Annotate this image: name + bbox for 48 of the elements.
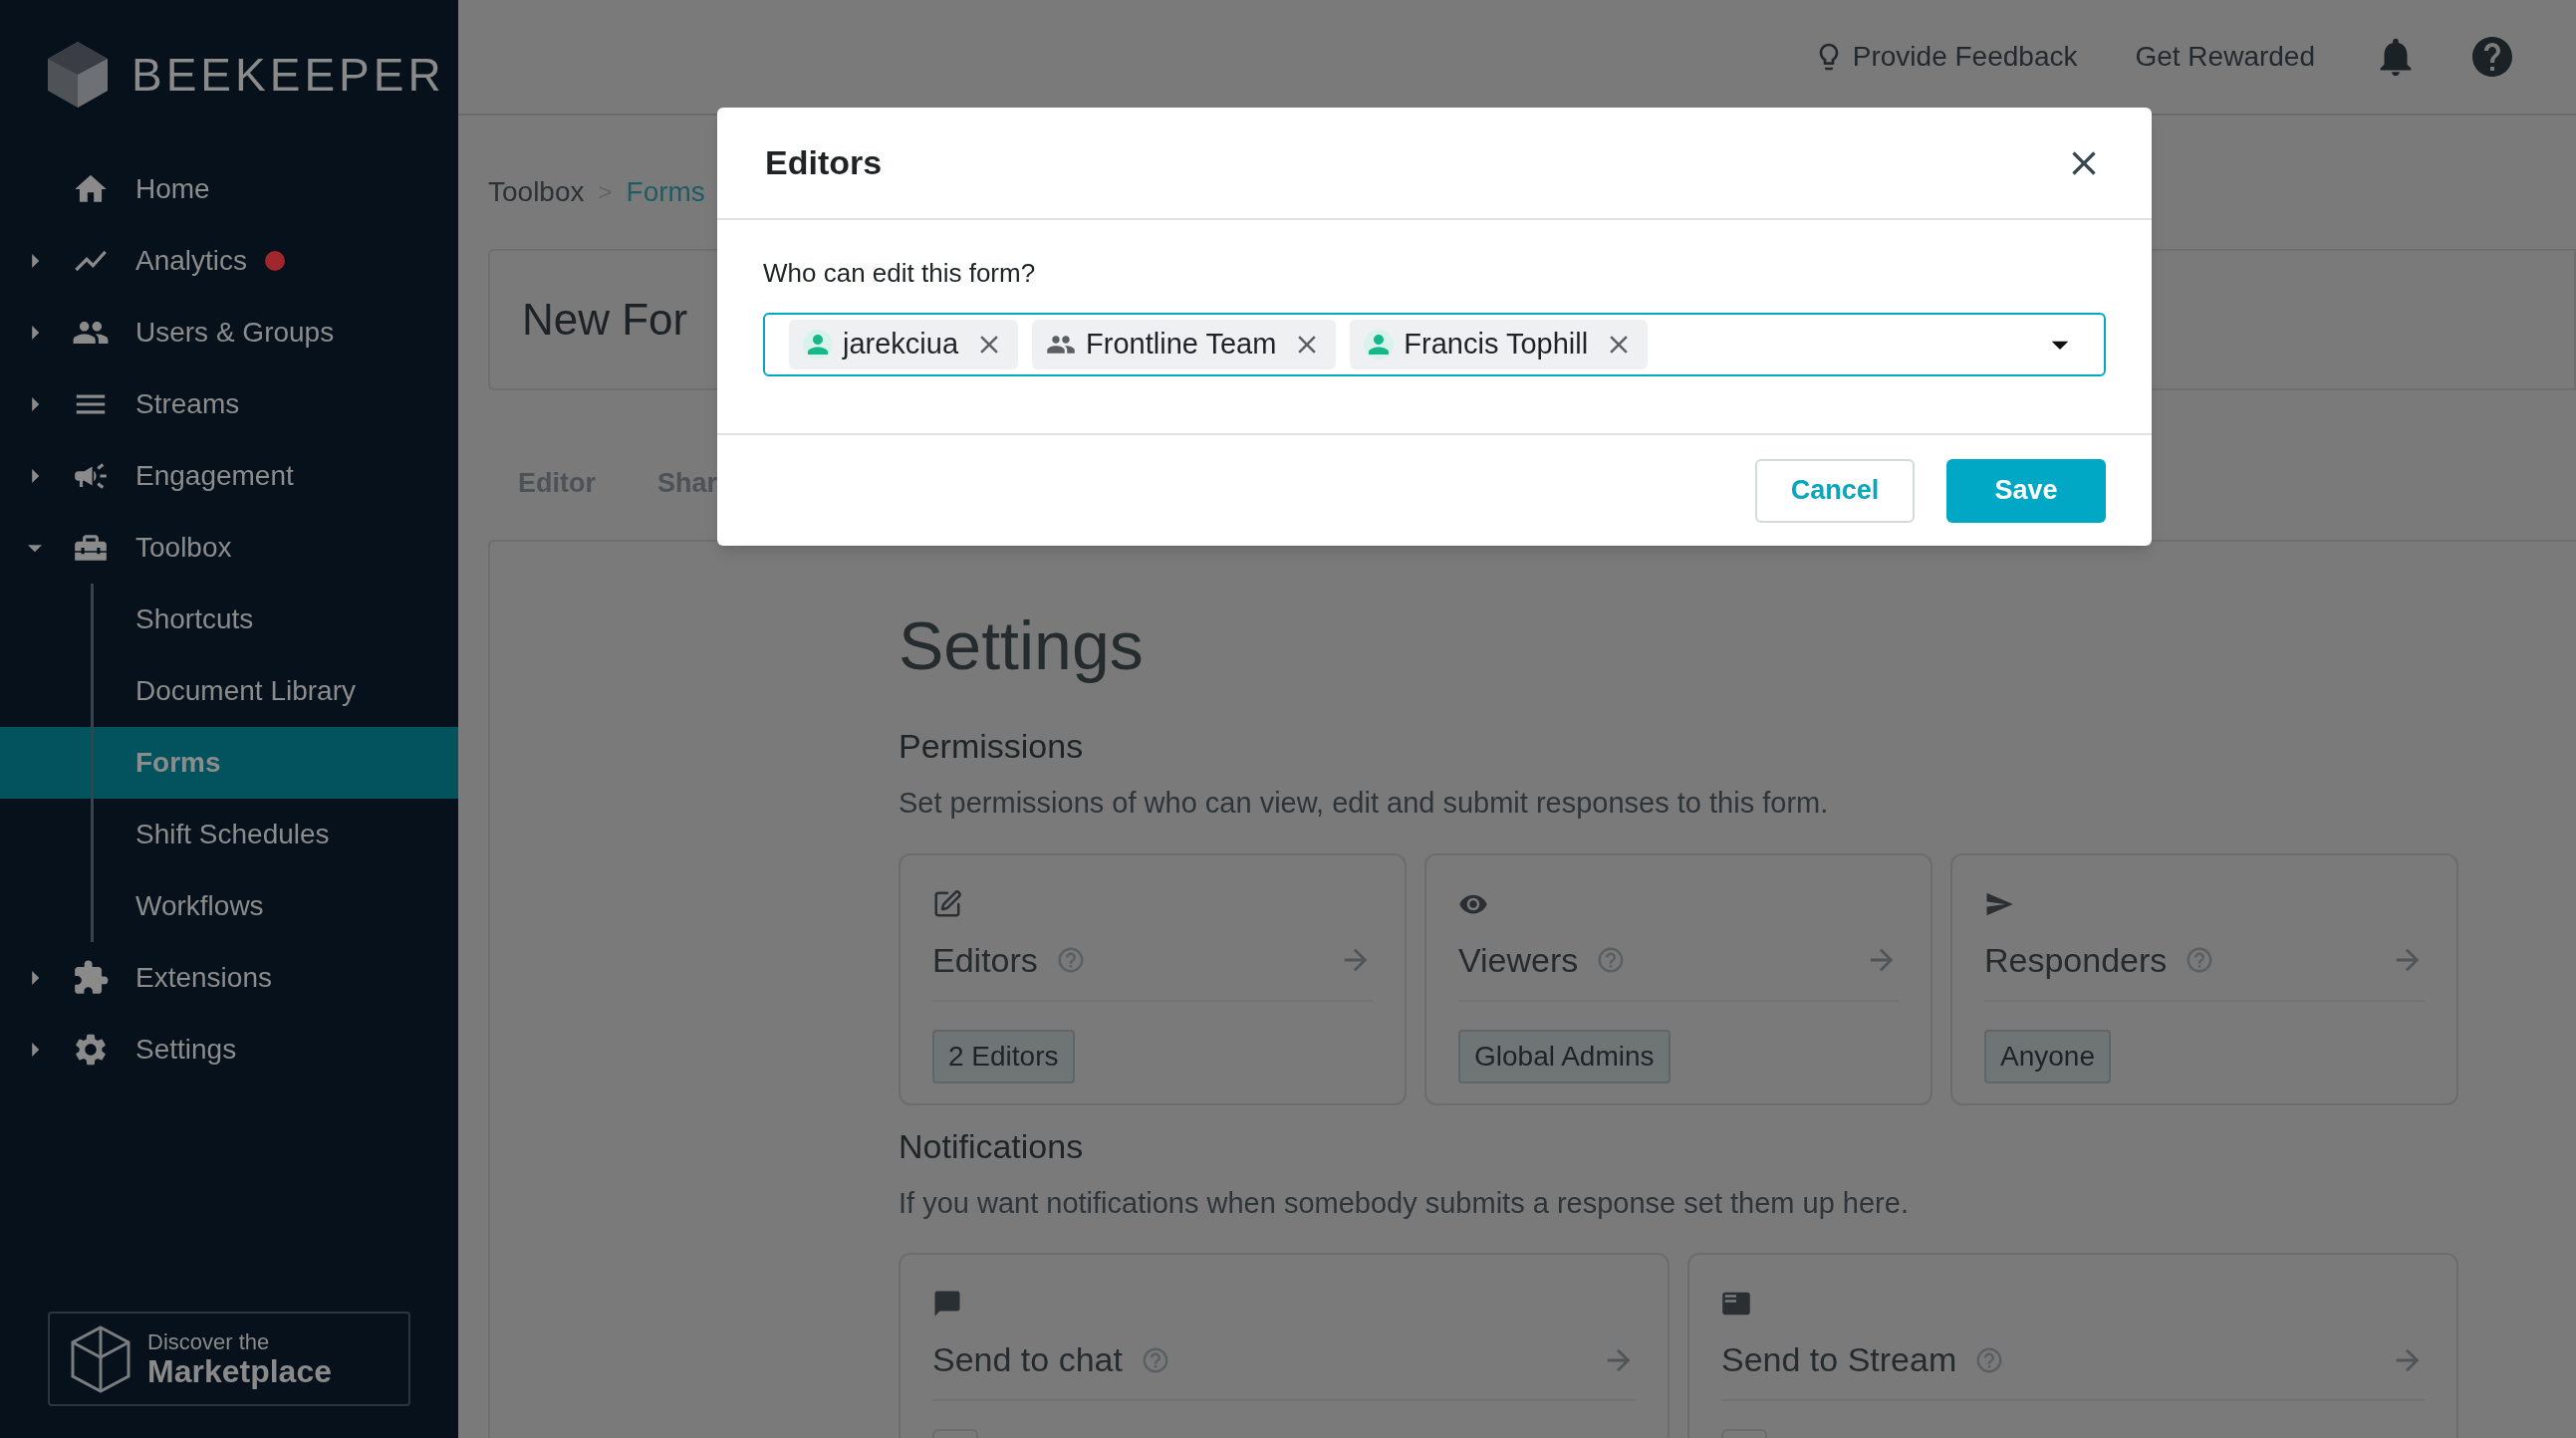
count-badge: 2 Editors (932, 1029, 1075, 1083)
sidebar-item[interactable]: Engagement (135, 455, 294, 497)
puzzle-icon (72, 959, 110, 997)
field-label: Who can edit this form? (763, 257, 1037, 290)
sidebar-item[interactable]: Home (135, 168, 210, 210)
selected-chip[interactable]: Frontline Team (1032, 320, 1337, 369)
card-title: Editors (932, 939, 1038, 981)
section-description: If you want notifications when somebody submits a response set them up here. (899, 1185, 1910, 1221)
sidebar-item[interactable]: Extensions (135, 957, 272, 999)
sidebar-subitem[interactable]: Workflows (135, 885, 264, 927)
selected-chip[interactable]: jarekciua (789, 320, 1019, 369)
section-description: Set permissions of who can view, edit and submit responses to this form. (899, 786, 1830, 821)
chip-label: jarekciua (843, 327, 959, 362)
user-avatar-icon (803, 330, 833, 360)
brand-name: BEEKEEPER (131, 47, 445, 103)
hexagon-logo-icon (48, 42, 108, 108)
chip-label: Frontline Team (1086, 327, 1277, 362)
card-title: Send to chat (932, 1339, 1123, 1380)
editors-select-field[interactable]: jarekciua Frontline Team Francis Tophill (763, 313, 2106, 376)
chip-label: Francis Tophill (1404, 327, 1589, 362)
cancel-button[interactable]: Cancel (1755, 458, 1915, 523)
count-badge: Anyone (1984, 1029, 2111, 1083)
card-title: Responders (1984, 939, 2168, 981)
breadcrumb-link[interactable]: Toolbox (488, 171, 585, 213)
sidebar-item[interactable]: Streams (135, 383, 240, 425)
dialog-title: Editors (765, 142, 883, 183)
card-title: Send to Stream (1721, 1339, 1957, 1380)
pencil-square-icon (932, 888, 962, 919)
sidebar-item[interactable]: Analytics (135, 240, 248, 282)
sidebar-subitem[interactable]: Shortcuts (135, 599, 254, 640)
feedback-link[interactable]: Provide Feedback (1852, 36, 2078, 78)
sidebar-item[interactable]: Users & Groups (135, 312, 335, 354)
chat-bubble-icon (932, 1289, 962, 1318)
marketplace-button[interactable]: Discover the Marketplace (48, 1312, 410, 1406)
selected-chip[interactable]: Francis Tophill (1350, 320, 1649, 369)
cube-icon (70, 1323, 131, 1394)
page-title: New For (522, 294, 688, 346)
count-badge: Global Admins (1458, 1029, 1671, 1083)
card-title: Viewers (1458, 939, 1579, 981)
sidebar-item[interactable]: Settings (135, 1029, 237, 1071)
breadcrumb-separator: > (598, 177, 613, 207)
sidebar-subitem[interactable]: Document Library (135, 670, 356, 712)
section-heading: Permissions (899, 726, 1085, 767)
user-avatar-icon (1364, 330, 1395, 360)
sidebar-subitem[interactable]: Shift Schedules (135, 814, 330, 855)
sidebar-item[interactable]: Toolbox (135, 527, 232, 569)
section-heading: Notifications (899, 1125, 1085, 1167)
rewards-link[interactable]: Get Rewarded (2135, 36, 2315, 78)
